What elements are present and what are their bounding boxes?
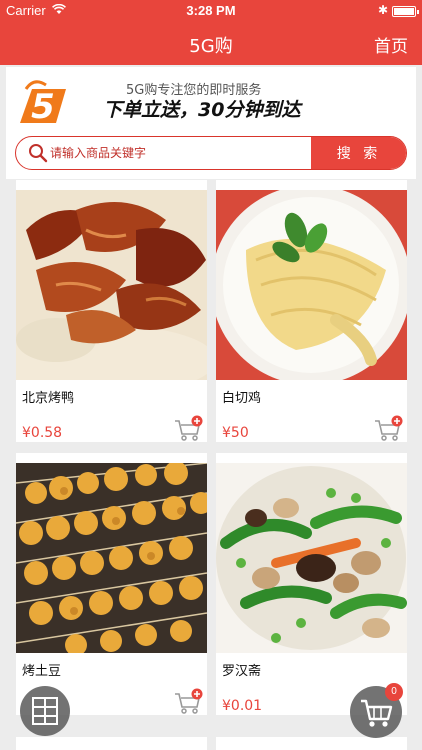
- product-image: [16, 190, 207, 380]
- category-menu-button[interactable]: [20, 686, 70, 736]
- search-bar: 搜 索: [15, 136, 407, 170]
- product-card[interactable]: 烤土豆: [16, 453, 207, 715]
- product-price: ¥0.58: [22, 425, 63, 441]
- product-card[interactable]: 北京烤鸭 ¥0.58: [16, 180, 207, 442]
- status-time: 3:28 PM: [186, 3, 236, 18]
- product-price: ¥50: [222, 425, 249, 441]
- status-bar: Carrier 3:28 PM ✱: [0, 0, 422, 22]
- product-price: ¥0.01: [222, 698, 263, 714]
- battery-icon: [392, 6, 419, 17]
- add-to-cart-icon[interactable]: [173, 415, 203, 443]
- product-image: [216, 463, 407, 653]
- grid-menu-icon: [32, 697, 58, 725]
- product-image: [16, 463, 207, 653]
- add-to-cart-icon[interactable]: [173, 688, 203, 716]
- search-icon: [29, 144, 48, 163]
- cart-count-badge: 0: [385, 683, 403, 701]
- product-name: 白切鸡: [222, 391, 262, 406]
- product-card-partial: [216, 737, 407, 750]
- product-image: [216, 190, 407, 380]
- header-panel: 5 5G购专注您的即时服务 下单立送，30分钟到达 搜 索: [6, 67, 416, 179]
- page-title: 5G购: [189, 36, 233, 57]
- product-grid: 北京烤鸭 ¥0.58 白切鸡 ¥50 烤土豆 罗汉斋 ¥0.01: [0, 180, 422, 750]
- slogan-line-2: 下单立送，30分钟到达: [103, 99, 301, 121]
- home-link[interactable]: 首页: [374, 32, 408, 57]
- nav-bar: 5G购 首页: [0, 22, 422, 65]
- product-name: 罗汉斋: [222, 664, 262, 679]
- product-name: 烤土豆: [22, 664, 62, 679]
- svg-text:5: 5: [31, 87, 55, 127]
- product-card-partial: [16, 737, 207, 750]
- shop-logo-icon: 5: [20, 80, 66, 127]
- product-card[interactable]: 罗汉斋 ¥0.01: [216, 453, 407, 715]
- search-button[interactable]: 搜 索: [311, 137, 406, 169]
- add-to-cart-icon[interactable]: [373, 415, 403, 443]
- search-input[interactable]: [50, 143, 310, 163]
- bluetooth-icon: ✱: [378, 3, 389, 17]
- product-name: 北京烤鸭: [22, 391, 75, 406]
- product-card[interactable]: 白切鸡 ¥50: [216, 180, 407, 442]
